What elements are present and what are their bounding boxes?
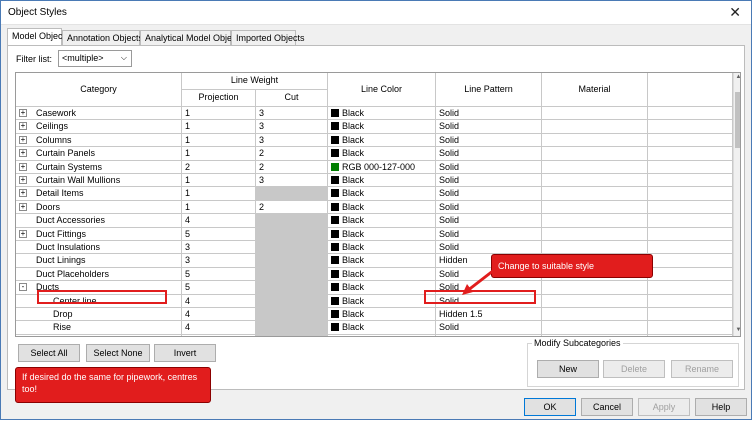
center-line-highlight: [37, 290, 167, 304]
callout-arrow-line: [466, 265, 499, 293]
solid-pattern-highlight: [424, 290, 536, 304]
object-styles-dialog: Object Styles ✕ Model Objects Annotation…: [0, 0, 752, 420]
pipework-callout: If desired do the same for pipework, cen…: [15, 367, 211, 403]
callout-arrow: [462, 265, 499, 295]
